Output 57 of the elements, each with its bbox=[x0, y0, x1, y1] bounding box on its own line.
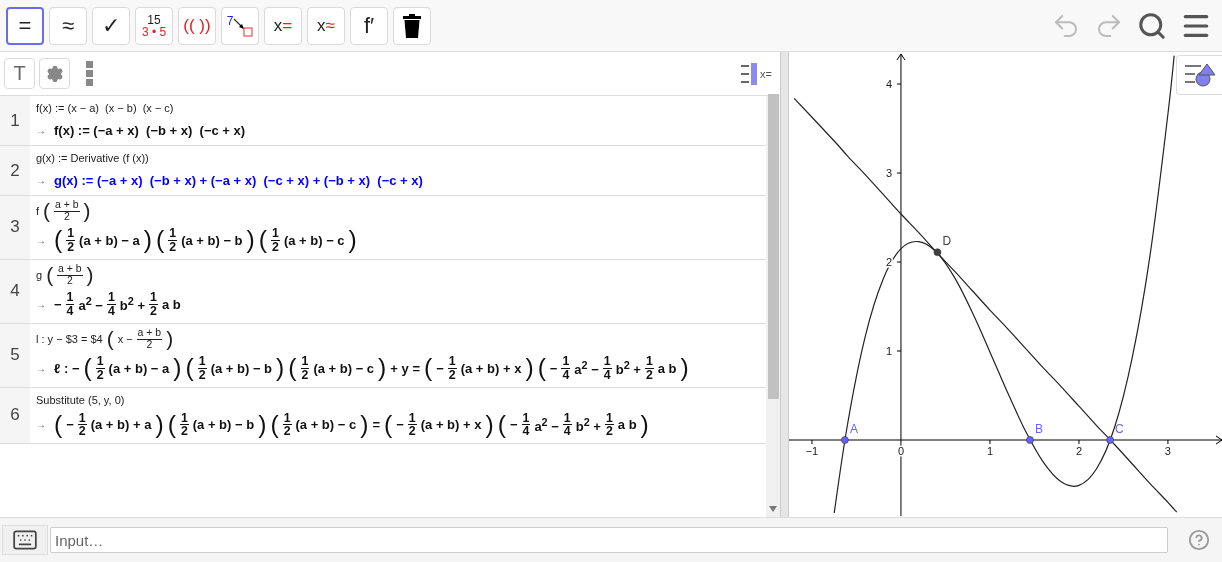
substitute-button[interactable]: 7 bbox=[221, 6, 259, 45]
drag-handle-icon[interactable] bbox=[86, 60, 94, 87]
trash-icon bbox=[403, 13, 421, 38]
tool-button[interactable]: = bbox=[6, 6, 44, 45]
row-number: 3 bbox=[0, 196, 30, 259]
solve-button[interactable]: x= bbox=[264, 6, 302, 45]
shapes-icon bbox=[1182, 62, 1217, 88]
row-number: 6 bbox=[0, 387, 30, 444]
cas-output: g(x) := (−a + x) (−b + x) + (−a + x) (−c + x) + (−b + x) (−c + x) bbox=[54, 171, 423, 190]
tool-button[interactable]: f′ bbox=[350, 6, 388, 45]
point[interactable] bbox=[841, 436, 849, 444]
tool-button[interactable]: ≈ bbox=[49, 6, 87, 45]
result-arrow: → bbox=[36, 234, 46, 246]
cas-input[interactable]: g(x) := Derivative (f (x)) bbox=[36, 150, 760, 166]
point[interactable] bbox=[1106, 436, 1114, 444]
point[interactable] bbox=[1026, 436, 1034, 444]
gear-icon bbox=[45, 64, 64, 83]
point[interactable] bbox=[933, 248, 942, 257]
tick-label: 2 bbox=[885, 256, 893, 268]
result-arrow: → bbox=[36, 419, 46, 431]
result-arrow: → bbox=[36, 298, 46, 310]
solve-button[interactable]: x≈ bbox=[307, 6, 345, 45]
cas-input[interactable]: f(x) := (x − a) (x − b) (x − c) bbox=[36, 100, 760, 116]
row-number: 4 bbox=[0, 259, 30, 323]
result-arrow: → bbox=[36, 124, 46, 136]
tool-button[interactable]: ✓ bbox=[92, 6, 130, 45]
cas-output: f(x) := (−a + x) (−b + x) (−c + x) bbox=[54, 121, 246, 140]
point-label: A bbox=[849, 422, 858, 436]
tick-label: 2 bbox=[1075, 445, 1082, 457]
row-number: 5 bbox=[0, 323, 30, 387]
keyboard-icon bbox=[12, 527, 38, 553]
tick-label: −1 bbox=[805, 445, 819, 457]
scrollbar[interactable] bbox=[766, 96, 780, 517]
style-bar-button[interactable] bbox=[1176, 55, 1222, 95]
scroll-thumb[interactable] bbox=[767, 94, 779, 399]
tick-label: 1 bbox=[986, 445, 993, 457]
keyboard-button[interactable] bbox=[2, 525, 48, 555]
input-field[interactable]: Input… bbox=[50, 527, 1168, 553]
scroll-down-icon[interactable] bbox=[769, 506, 777, 512]
result-arrow: → bbox=[36, 174, 46, 186]
row-number: 1 bbox=[0, 96, 30, 145]
point-label: B bbox=[1035, 422, 1043, 436]
text-button[interactable]: T bbox=[4, 58, 35, 89]
tick-label: 1 bbox=[885, 345, 893, 357]
tick-label: 4 bbox=[885, 78, 893, 91]
delete-button[interactable] bbox=[393, 6, 431, 45]
view-toggle[interactable]: x= bbox=[741, 62, 772, 85]
row-number: 2 bbox=[0, 146, 30, 195]
result-arrow: → bbox=[36, 362, 46, 374]
tick-label: 3 bbox=[1164, 445, 1171, 457]
tick-label: 3 bbox=[885, 167, 893, 180]
cas-input[interactable]: Substitute (5, y, 0) bbox=[36, 391, 760, 408]
factor-button[interactable]: 15 3 • 5 bbox=[135, 6, 173, 45]
settings-button[interactable] bbox=[39, 58, 70, 89]
point-label: D bbox=[942, 234, 952, 249]
point-label: C bbox=[1115, 422, 1124, 436]
expand-button[interactable]: (( )) bbox=[178, 6, 216, 45]
